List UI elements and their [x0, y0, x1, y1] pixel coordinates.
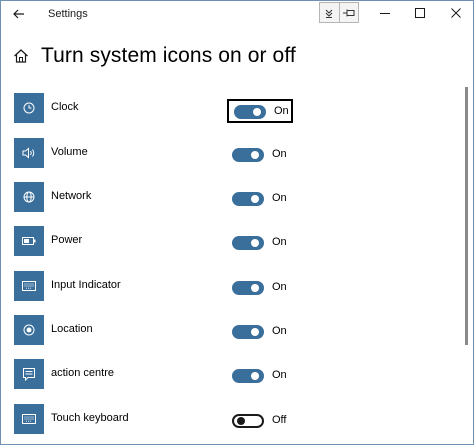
- globe-icon: [14, 182, 44, 212]
- item-label: Touch keyboard: [51, 412, 129, 424]
- battery-icon: [14, 226, 44, 256]
- toggle-state-label: On: [272, 325, 287, 337]
- list-item-power: Power On: [1, 226, 467, 270]
- list-item-clock: Clock On: [1, 93, 467, 137]
- item-label: Input Indicator: [51, 279, 121, 291]
- toggle-switch: [232, 148, 264, 162]
- vertical-scrollbar[interactable]: [465, 87, 468, 345]
- input-indicator-toggle[interactable]: On: [227, 277, 293, 301]
- item-label: Power: [51, 234, 83, 246]
- toggle-knob: [237, 417, 245, 425]
- toggle-switch: [232, 369, 264, 383]
- list-item-location: Location On: [1, 315, 467, 359]
- toggle-knob: [251, 195, 259, 203]
- toggle-state-label: On: [272, 148, 287, 160]
- toggle-knob: [251, 328, 259, 336]
- list-item-touch-keyboard: Touch keyboard Off: [1, 404, 467, 444]
- location-icon: [14, 315, 44, 345]
- touch-keyboard-icon: [14, 404, 44, 434]
- toggle-knob: [251, 151, 259, 159]
- item-label: action centre: [51, 367, 114, 379]
- network-toggle[interactable]: On: [227, 188, 293, 212]
- touch-keyboard-toggle[interactable]: Off: [227, 410, 293, 434]
- toggle-knob: [251, 239, 259, 247]
- item-label: Clock: [51, 101, 79, 113]
- action-centre-icon: [14, 359, 44, 389]
- toggle-state-label: On: [272, 281, 287, 293]
- toggle-state-label: On: [274, 105, 289, 117]
- list-item-input-indicator: Input Indicator On: [1, 271, 467, 315]
- settings-window: Settings Turn system icons on or off Clo…: [0, 0, 474, 445]
- system-icons-list: Clock On Volume On Network On Power On I…: [1, 1, 473, 444]
- toggle-switch: [232, 325, 264, 339]
- volume-icon: [14, 138, 44, 168]
- item-label: Network: [51, 190, 92, 202]
- toggle-state-label: On: [272, 369, 287, 381]
- toggle-state-label: On: [272, 236, 287, 248]
- toggle-switch: [232, 192, 264, 206]
- toggle-switch: [234, 105, 266, 119]
- action-centre-toggle[interactable]: On: [227, 365, 293, 389]
- toggle-knob: [251, 284, 259, 292]
- list-item-action-centre: action centre On: [1, 359, 467, 403]
- toggle-state-label: On: [272, 192, 287, 204]
- item-label: Location: [51, 323, 93, 335]
- item-label: Volume: [51, 146, 88, 158]
- toggle-knob: [251, 372, 259, 380]
- clock-toggle[interactable]: On: [227, 99, 293, 123]
- toggle-switch: [232, 236, 264, 250]
- power-toggle[interactable]: On: [227, 232, 293, 256]
- list-item-network: Network On: [1, 182, 467, 226]
- clock-icon: [14, 93, 44, 123]
- keyboard-icon: [14, 271, 44, 301]
- location-toggle[interactable]: On: [227, 321, 293, 345]
- toggle-knob: [253, 108, 261, 116]
- toggle-switch: [232, 414, 264, 428]
- list-item-volume: Volume On: [1, 138, 467, 182]
- toggle-switch: [232, 281, 264, 295]
- volume-toggle[interactable]: On: [227, 144, 293, 168]
- toggle-state-label: Off: [272, 414, 287, 426]
